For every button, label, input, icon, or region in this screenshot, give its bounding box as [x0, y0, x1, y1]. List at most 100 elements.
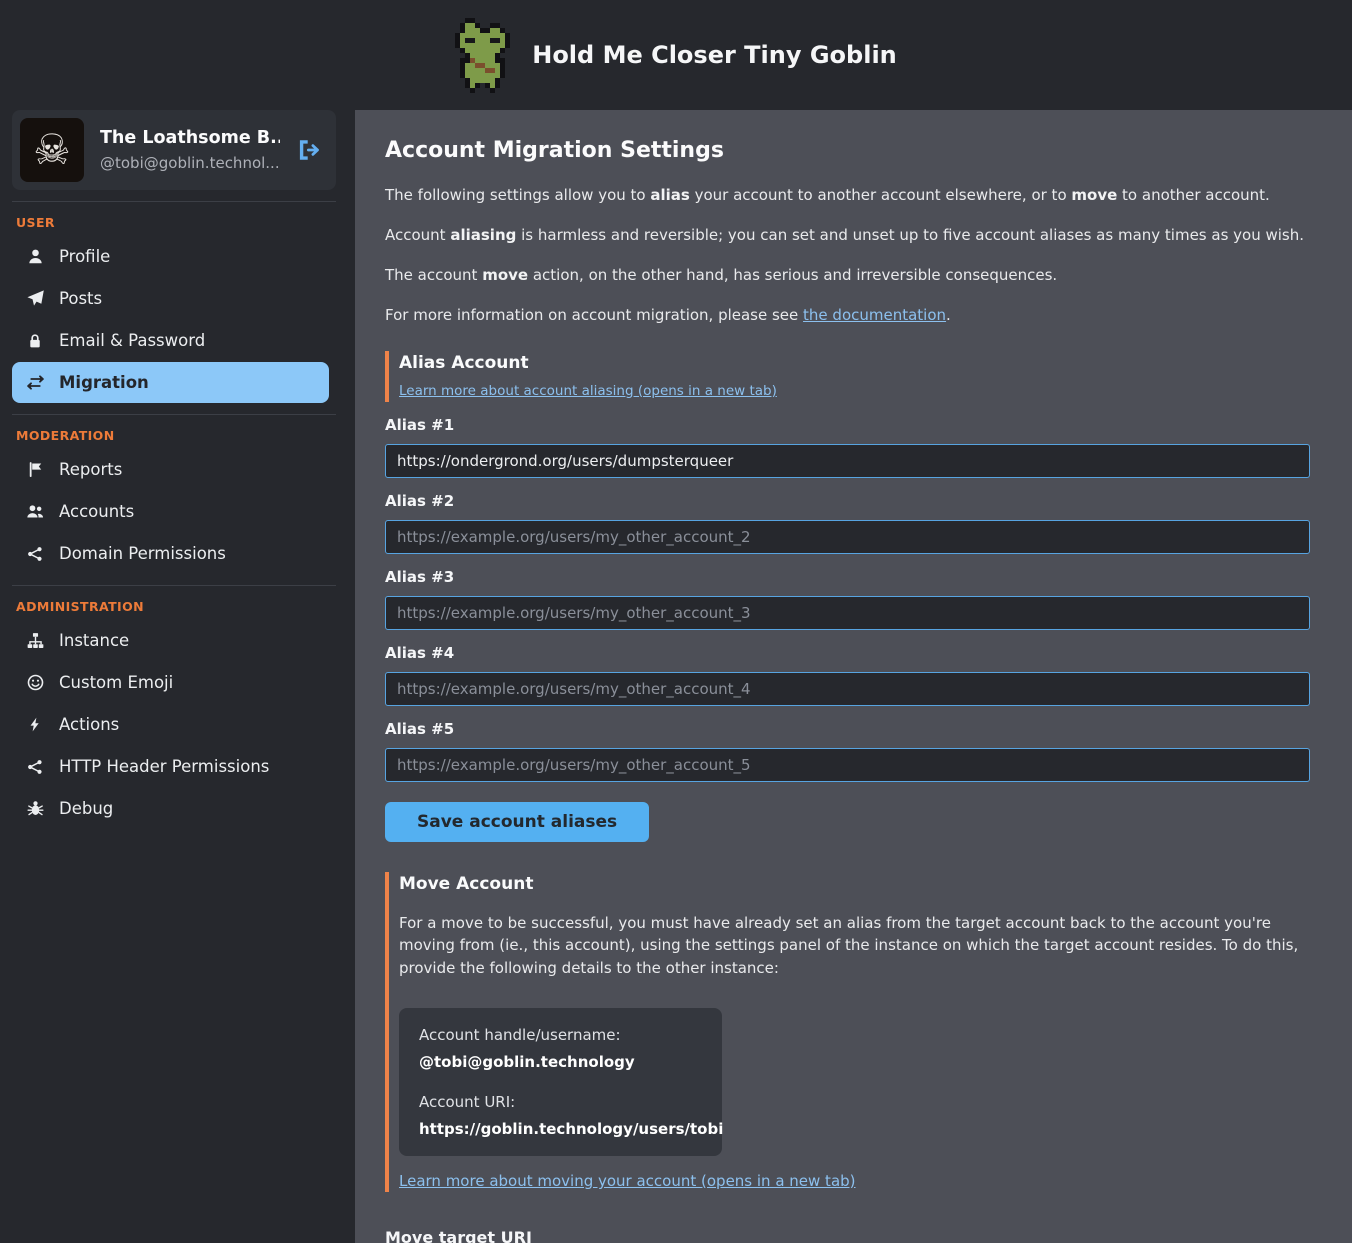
text: Account: [385, 226, 450, 244]
alias-4-field: Alias #4: [385, 644, 1310, 706]
account-handle-value: @tobi@goblin.technology: [419, 1053, 702, 1071]
alias-2-label: Alias #2: [385, 492, 1310, 510]
move-learn-more-link[interactable]: Learn more about moving your account (op…: [399, 1172, 856, 1190]
move-account-description: For a move to be successful, you must ha…: [399, 912, 1299, 980]
alias-3-field: Alias #3: [385, 568, 1310, 630]
bold-aliasing: aliasing: [450, 226, 516, 244]
alias-4-input[interactable]: [385, 672, 1310, 706]
paper-plane-icon: [26, 290, 44, 307]
sidebar-item-domain-permissions[interactable]: Domain Permissions: [12, 533, 329, 574]
alias-2-field: Alias #2: [385, 492, 1310, 554]
sidebar-item-label: Accounts: [59, 502, 134, 521]
sidebar-section-user: USER: [12, 206, 347, 235]
documentation-link[interactable]: the documentation: [803, 306, 946, 324]
save-account-aliases-button[interactable]: Save account aliases: [385, 802, 649, 842]
sidebar-divider: [12, 414, 336, 415]
sidebar-item-label: Migration: [59, 373, 149, 392]
users-icon: [26, 503, 44, 520]
alias-5-field: Alias #5: [385, 720, 1310, 782]
move-details-box: Account handle/username: @tobi@goblin.te…: [399, 1008, 722, 1156]
alias-1-field: Alias #1: [385, 416, 1310, 478]
sidebar-item-email-password[interactable]: Email & Password: [12, 320, 329, 361]
sidebar-item-label: Email & Password: [59, 331, 205, 350]
sitemap-icon: [26, 632, 44, 649]
sidebar-item-actions[interactable]: Actions: [12, 704, 329, 745]
alias-4-label: Alias #4: [385, 644, 1310, 662]
share-nodes-icon: [26, 758, 44, 775]
alias-3-label: Alias #3: [385, 568, 1310, 586]
account-uri-label: Account URI:: [419, 1093, 702, 1111]
bold-alias: alias: [650, 186, 689, 204]
move-account-section: Move Account For a move to be successful…: [385, 872, 1310, 1193]
sidebar-item-posts[interactable]: Posts: [12, 278, 329, 319]
sidebar-item-label: Actions: [59, 715, 119, 734]
bold-move: move: [482, 266, 528, 284]
sign-out-icon[interactable]: [296, 137, 322, 163]
alias-3-input[interactable]: [385, 596, 1310, 630]
flag-icon: [26, 461, 44, 478]
layout: ☠ The Loathsome B... @tobi@goblin.techno…: [0, 110, 1352, 1243]
move-target-uri-label: Move target URI: [385, 1228, 1310, 1243]
account-uri-value: https://goblin.technology/users/tobi: [419, 1120, 702, 1138]
alias-2-input[interactable]: [385, 520, 1310, 554]
text: is harmless and reversible; you can set …: [516, 226, 1304, 244]
sidebar-item-profile[interactable]: Profile: [12, 236, 329, 277]
text: to another account.: [1117, 186, 1270, 204]
text: The account: [385, 266, 482, 284]
exchange-arrows-icon: [26, 374, 44, 391]
sidebar-item-reports[interactable]: Reports: [12, 449, 329, 490]
intro-paragraph-1: The following settings allow you to alia…: [385, 184, 1310, 207]
alias-1-label: Alias #1: [385, 416, 1310, 434]
sidebar-item-custom-emoji[interactable]: Custom Emoji: [12, 662, 329, 703]
smiley-icon: [26, 674, 44, 691]
alias-learn-more-link[interactable]: Learn more about account aliasing (opens…: [399, 383, 777, 399]
sidebar-item-accounts[interactable]: Accounts: [12, 491, 329, 532]
user-handle: @tobi@goblin.technol...: [100, 154, 280, 172]
bolt-icon: [26, 716, 44, 733]
text: your account to another account elsewher…: [690, 186, 1072, 204]
header: Hold Me Closer Tiny Goblin: [0, 0, 1352, 110]
sidebar-item-label: Instance: [59, 631, 129, 650]
user-meta: The Loathsome B... @tobi@goblin.technol.…: [100, 128, 280, 172]
bug-icon: [26, 800, 44, 817]
intro-paragraph-4: For more information on account migratio…: [385, 304, 1310, 327]
sidebar-item-label: Domain Permissions: [59, 544, 226, 563]
move-account-heading: Move Account: [399, 874, 1310, 894]
text: action, on the other hand, has serious a…: [528, 266, 1057, 284]
bold-move: move: [1071, 186, 1117, 204]
alias-1-input[interactable]: [385, 444, 1310, 478]
share-nodes-icon: [26, 545, 44, 562]
sidebar-item-label: Reports: [59, 460, 122, 479]
alias-account-heading: Alias Account: [399, 353, 1310, 373]
skull-avatar: ☠: [20, 118, 84, 182]
intro-paragraph-2: Account aliasing is harmless and reversi…: [385, 224, 1310, 247]
sidebar-item-http-header-permissions[interactable]: HTTP Header Permissions: [12, 746, 329, 787]
text: For more information on account migratio…: [385, 306, 803, 324]
lock-icon: [26, 332, 44, 349]
text: The following settings allow you to: [385, 186, 650, 204]
intro-paragraph-3: The account move action, on the other ha…: [385, 264, 1310, 287]
sidebar-item-label: Posts: [59, 289, 102, 308]
sidebar-section-administration: ADMINISTRATION: [12, 590, 347, 619]
sidebar-item-migration[interactable]: Migration: [12, 362, 329, 403]
main-panel: Account Migration Settings The following…: [355, 110, 1352, 1243]
sidebar: ☠ The Loathsome B... @tobi@goblin.techno…: [0, 110, 347, 1243]
sidebar-item-instance[interactable]: Instance: [12, 620, 329, 661]
user-card[interactable]: ☠ The Loathsome B... @tobi@goblin.techno…: [12, 110, 336, 190]
user-display-name: The Loathsome B...: [100, 128, 280, 148]
sidebar-divider: [12, 201, 336, 202]
page-title: Account Migration Settings: [385, 138, 1310, 163]
alias-account-section-header: Alias Account Learn more about account a…: [385, 351, 1310, 402]
site-title: Hold Me Closer Tiny Goblin: [532, 41, 897, 69]
alias-5-input[interactable]: [385, 748, 1310, 782]
sidebar-section-moderation: MODERATION: [12, 419, 347, 448]
alias-5-label: Alias #5: [385, 720, 1310, 738]
sidebar-item-label: Custom Emoji: [59, 673, 173, 692]
text: .: [946, 306, 951, 324]
pixel-goblin-logo: [455, 18, 510, 93]
sidebar-item-debug[interactable]: Debug: [12, 788, 329, 829]
sidebar-item-label: Profile: [59, 247, 110, 266]
sidebar-divider: [12, 585, 336, 586]
sidebar-item-label: HTTP Header Permissions: [59, 757, 269, 776]
account-handle-label: Account handle/username:: [419, 1026, 702, 1044]
